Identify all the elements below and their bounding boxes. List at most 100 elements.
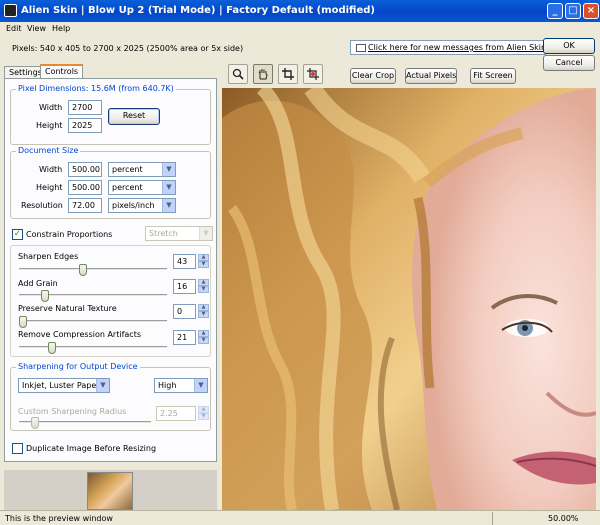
actual-pixels-button[interactable]: Actual Pixels: [405, 68, 457, 84]
spin-down-icon[interactable]: ▼: [198, 261, 209, 268]
title-bar[interactable]: Alien Skin | Blow Up 2 (Trial Mode) | Fa…: [0, 0, 600, 22]
resolution-unit-value: pixels/inch: [112, 201, 155, 210]
navigator-thumbnail[interactable]: [87, 472, 133, 510]
pixel-dimensions-label: Pixel Dimensions: 15.6M (from 640.7K): [16, 84, 176, 93]
status-text: This is the preview window: [5, 514, 113, 523]
pixel-height-input[interactable]: 2025: [68, 118, 102, 133]
preview-window[interactable]: [222, 88, 596, 510]
controls-panel: Pixel Dimensions: 15.6M (from 640.7K) Wi…: [4, 78, 217, 462]
doc-height-label: Height: [36, 183, 63, 192]
sharpen-edges-slider[interactable]: [79, 264, 88, 276]
preserve-texture-input[interactable]: 0: [173, 304, 196, 319]
remove-artifacts-spinner[interactable]: ▲ ▼: [198, 330, 209, 345]
hand-icon: [258, 69, 268, 80]
reset-button[interactable]: Reset: [108, 108, 160, 125]
chevron-down-icon: ▼: [199, 227, 212, 240]
chevron-down-icon: ▼: [96, 379, 109, 392]
crop-zoom-tool-button[interactable]: [303, 64, 323, 84]
duplicate-image-checkbox[interactable]: [12, 443, 23, 454]
pixel-width-input[interactable]: 2700: [68, 100, 102, 115]
spin-down-icon[interactable]: ▼: [198, 413, 209, 420]
chevron-down-icon: ▼: [162, 199, 175, 212]
spin-down-icon[interactable]: ▼: [198, 286, 209, 293]
app-window: Alien Skin | Blow Up 2 (Trial Mode) | Fa…: [0, 0, 600, 525]
preserve-texture-track: [19, 320, 167, 323]
doc-width-input[interactable]: 500.00: [68, 162, 102, 177]
spin-up-icon[interactable]: ▲: [198, 254, 209, 261]
envelope-icon: [356, 44, 366, 52]
sharpen-edges-label: Sharpen Edges: [18, 252, 79, 261]
minimize-button[interactable]: _: [547, 3, 563, 19]
sharpening-level-select[interactable]: High ▼: [154, 378, 208, 393]
sharpening-level-value: High: [158, 381, 177, 390]
radius-input[interactable]: 2.25: [156, 406, 196, 421]
constrain-mode-select[interactable]: Stretch ▼: [145, 226, 213, 241]
tab-controls[interactable]: Controls: [40, 64, 84, 79]
crop-zoom-icon: [307, 68, 319, 80]
hand-tool-button[interactable]: [253, 64, 273, 84]
radius-slider[interactable]: [31, 417, 40, 429]
remove-artifacts-track: [19, 346, 167, 349]
remove-artifacts-input[interactable]: 21: [173, 330, 196, 345]
preserve-texture-spinner[interactable]: ▲ ▼: [198, 304, 209, 319]
doc-width-label: Width: [39, 165, 63, 174]
fit-screen-button[interactable]: Fit Screen: [470, 68, 516, 84]
sliders-group: Sharpen Edges 43 ▲ ▼ Add Grain 16 ▲ ▼ Pres…: [10, 245, 211, 357]
menu-bar: Edit View Help: [0, 22, 600, 36]
ok-button[interactable]: OK: [543, 38, 595, 54]
status-separator: [492, 512, 493, 525]
message-link[interactable]: Click here for new messages from Alien S…: [368, 43, 546, 52]
sharpen-edges-spinner[interactable]: ▲ ▼: [198, 254, 209, 269]
pixel-dimensions-group: Pixel Dimensions: 15.6M (from 640.7K) Wi…: [10, 84, 211, 145]
output-device-value: Inkjet, Luster Paper: [22, 381, 100, 390]
zoom-tool-button[interactable]: [228, 64, 248, 84]
constrain-proportions-checkbox[interactable]: ✓: [12, 229, 23, 240]
doc-width-unit-select[interactable]: percent ▼: [108, 162, 176, 177]
resolution-input[interactable]: 72.00: [68, 198, 102, 213]
radius-label: Custom Sharpening Radius: [18, 407, 127, 416]
radius-spinner[interactable]: ▲ ▼: [198, 406, 209, 421]
spin-up-icon[interactable]: ▲: [198, 406, 209, 413]
preview-image: [222, 88, 596, 510]
sharpen-edges-track: [19, 268, 167, 271]
zoom-icon: [232, 68, 244, 80]
doc-height-input[interactable]: 500.00: [68, 180, 102, 195]
maximize-button[interactable]: □: [565, 3, 581, 19]
close-button[interactable]: ×: [583, 3, 599, 19]
crop-tool-button[interactable]: [278, 64, 298, 84]
spin-up-icon[interactable]: ▲: [198, 279, 209, 286]
pixel-height-label: Height: [36, 121, 63, 130]
output-device-select[interactable]: Inkjet, Luster Paper ▼: [18, 378, 110, 393]
message-box[interactable]: Click here for new messages from Alien S…: [350, 40, 546, 55]
menu-edit[interactable]: Edit: [6, 24, 22, 33]
preserve-texture-label: Preserve Natural Texture: [18, 304, 117, 313]
chevron-down-icon: ▼: [194, 379, 207, 392]
status-bar: This is the preview window 50.00%: [0, 510, 600, 525]
output-device-group: Sharpening for Output Device Inkjet, Lus…: [10, 362, 211, 431]
preserve-texture-slider[interactable]: [19, 316, 27, 328]
add-grain-spinner[interactable]: ▲ ▼: [198, 279, 209, 294]
menu-help[interactable]: Help: [52, 24, 70, 33]
app-icon: [4, 4, 17, 17]
output-device-label: Sharpening for Output Device: [16, 362, 140, 371]
spin-down-icon[interactable]: ▼: [198, 311, 209, 318]
clear-crop-button[interactable]: Clear Crop: [350, 68, 396, 84]
resolution-unit-select[interactable]: pixels/inch ▼: [108, 198, 176, 213]
spin-up-icon[interactable]: ▲: [198, 304, 209, 311]
constrain-mode-value: Stretch: [149, 229, 178, 238]
doc-height-unit-select[interactable]: percent ▼: [108, 180, 176, 195]
menu-view[interactable]: View: [27, 24, 46, 33]
cancel-button[interactable]: Cancel: [543, 55, 595, 71]
add-grain-input[interactable]: 16: [173, 279, 196, 294]
document-size-group: Document Size Width 500.00 percent ▼ Heig…: [10, 146, 211, 219]
remove-artifacts-slider[interactable]: [48, 342, 57, 354]
pixel-width-label: Width: [39, 103, 63, 112]
remove-artifacts-label: Remove Compression Artifacts: [18, 330, 142, 339]
add-grain-slider[interactable]: [41, 290, 50, 302]
spin-down-icon[interactable]: ▼: [198, 337, 209, 344]
sharpen-edges-input[interactable]: 43: [173, 254, 196, 269]
duplicate-image-label: Duplicate Image Before Resizing: [26, 444, 157, 453]
window-title: Alien Skin | Blow Up 2 (Trial Mode) | Fa…: [21, 5, 375, 16]
spin-up-icon[interactable]: ▲: [198, 330, 209, 337]
add-grain-label: Add Grain: [18, 279, 58, 288]
